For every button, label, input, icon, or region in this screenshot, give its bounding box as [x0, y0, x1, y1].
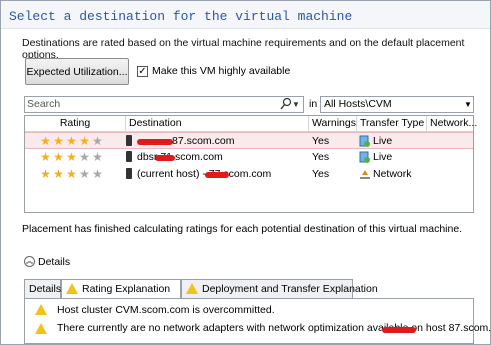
warning-icon: [186, 283, 198, 294]
status-message: Placement has finished calculating ratin…: [22, 223, 463, 235]
redaction-mark: [155, 155, 175, 161]
page-title: Select a destination for the virtual mac…: [9, 9, 353, 24]
warnings-cell: Yes: [312, 151, 330, 163]
tab-label: Deployment and Transfer Explanation: [202, 283, 378, 295]
star-icon: ★: [53, 134, 64, 148]
star-icon: ★: [66, 150, 77, 164]
redaction-mark: [382, 327, 416, 333]
rating-stars: ★ ★ ★ ★ ★: [39, 135, 104, 148]
star-icon: ★: [40, 150, 51, 164]
star-icon: ★: [92, 150, 103, 164]
star-icon: ★: [53, 150, 64, 164]
column-header-warnings[interactable]: Warnings: [309, 116, 357, 131]
in-label: in: [309, 98, 318, 110]
star-icon: ★: [79, 167, 90, 181]
tab-rating-explanation[interactable]: Rating Explanation: [61, 279, 181, 299]
host-icon: [126, 168, 132, 179]
warnings-cell: Yes: [312, 135, 330, 147]
chevron-down-icon[interactable]: ▼: [292, 96, 304, 113]
live-migration-icon: [359, 151, 370, 163]
search-icon[interactable]: [280, 97, 292, 111]
transfer-type-cell: Network: [373, 168, 412, 180]
host-icon: [126, 135, 132, 146]
network-transfer-icon: [360, 170, 370, 179]
details-toggle[interactable]: Details: [38, 256, 70, 268]
star-icon: ★: [92, 134, 103, 148]
column-header-transfer-type[interactable]: Transfer Type: [357, 116, 427, 131]
scope-select[interactable]: All Hosts\CVM: [320, 96, 474, 113]
rating-stars: ★ ★ ★ ★ ★: [39, 151, 104, 164]
redaction-mark: [205, 172, 229, 178]
rating-stars: ★ ★ ★ ★ ★: [39, 168, 104, 181]
warning-icon: [35, 304, 47, 315]
star-icon: ★: [79, 134, 90, 148]
highly-available-checkbox[interactable]: ✓: [137, 66, 148, 77]
rating-explanation-panel: Host cluster CVM.scom.com is overcommitt…: [24, 298, 491, 344]
transfer-type-cell: Live: [373, 151, 393, 163]
message-text: Host cluster CVM.scom.com is overcommitt…: [57, 304, 275, 316]
collapse-chevron-icon[interactable]: ︽: [24, 256, 35, 267]
host-icon: [126, 151, 132, 162]
expected-utilization-button[interactable]: Expected Utilization...: [25, 58, 129, 85]
star-icon: ★: [66, 167, 77, 181]
column-header-rating[interactable]: Rating: [25, 116, 126, 131]
redaction-mark: [137, 139, 173, 145]
chevron-down-icon[interactable]: ▼: [462, 96, 474, 113]
column-header-network[interactable]: Network...: [427, 116, 477, 131]
table-row[interactable]: ★ ★ ★ ★ ★ dbsr 71.scom.com Yes Live: [25, 149, 473, 166]
warning-icon: [66, 283, 78, 294]
table-row[interactable]: ★★★★★ (current host) - 77.scom.com Yes N…: [25, 166, 473, 183]
star-icon: ★: [53, 167, 64, 181]
warnings-cell: Yes: [312, 168, 330, 180]
tab-deployment-transfer[interactable]: Deployment and Transfer Explanation: [181, 279, 378, 298]
star-icon: ★: [92, 167, 103, 181]
star-icon: ★: [79, 150, 90, 164]
star-icon: ★: [40, 134, 51, 148]
warning-icon: [35, 323, 47, 334]
tab-details[interactable]: Details: [24, 279, 61, 298]
table-row[interactable]: ★ ★ ★ ★ ★ 87.scom.com Yes Live: [25, 132, 473, 149]
message-text: There currently are no network adapters …: [57, 322, 491, 334]
destination-grid: Rating Destination Warnings Transfer Typ…: [24, 115, 477, 213]
star-icon: ★: [40, 167, 51, 181]
tab-label: Rating Explanation: [82, 283, 171, 295]
transfer-type-cell: Live: [373, 135, 393, 147]
highly-available-label: Make this VM highly available: [152, 65, 291, 77]
destination-cell: 87.scom.com: [172, 135, 235, 147]
column-header-destination[interactable]: Destination: [126, 116, 309, 131]
star-icon: ★: [66, 134, 77, 148]
search-input[interactable]: Search: [24, 96, 304, 113]
live-migration-icon: [359, 135, 370, 147]
